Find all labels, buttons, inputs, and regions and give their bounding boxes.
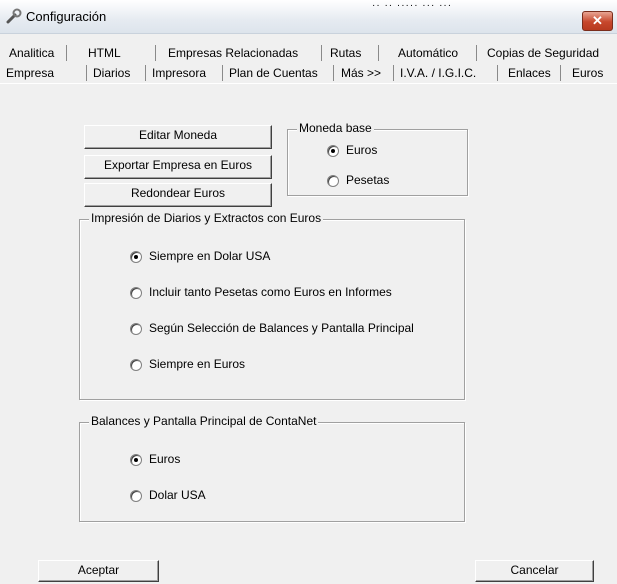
editar-moneda-button[interactable]: Editar Moneda <box>84 125 272 149</box>
impresion-title: Impresión de Diarios y Extractos con Eur… <box>89 211 324 225</box>
impresion-seleccion-label: Según Selección de Balances y Pantalla P… <box>149 321 414 335</box>
impresion-euros-radio[interactable] <box>130 359 142 371</box>
impresion-ambas-radio[interactable] <box>130 287 142 299</box>
tab-plan-cuentas[interactable]: Plan de Cuentas <box>229 66 318 80</box>
tab-rutas[interactable]: Rutas <box>330 46 361 60</box>
tab-enlaces[interactable]: Enlaces <box>508 66 551 80</box>
balances-title: Balances y Pantalla Principal de ContaNe… <box>89 414 319 428</box>
tab-body-divider <box>0 83 617 84</box>
tab-row-1: Analitica HTML Empresas Relacionadas Rut… <box>0 45 617 63</box>
tab-row-2: Empresa Diarios Impresora Plan de Cuenta… <box>0 65 617 83</box>
moneda-pesetas-radio[interactable] <box>327 175 339 187</box>
cancelar-button[interactable]: Cancelar <box>475 560 594 582</box>
tab-mas[interactable]: Más >> <box>341 66 381 80</box>
tab-empresa[interactable]: Empresa <box>6 66 54 80</box>
impresion-ambas-label: Incluir tanto Pesetas como Euros en Info… <box>149 285 392 299</box>
moneda-base-title: Moneda base <box>297 121 374 135</box>
balances-group <box>79 422 465 522</box>
tab-empresas-relacionadas[interactable]: Empresas Relacionadas <box>168 46 298 60</box>
tab-copias-seguridad[interactable]: Copias de Seguridad <box>487 46 599 60</box>
impresion-seleccion-radio[interactable] <box>130 323 142 335</box>
close-icon: ✕ <box>592 13 603 28</box>
moneda-euros-radio[interactable] <box>327 145 339 157</box>
tab-impresora[interactable]: Impresora <box>152 66 206 80</box>
tab-analitica[interactable]: Analitica <box>9 46 54 60</box>
tab-automatico[interactable]: Automático <box>398 46 458 60</box>
close-button[interactable]: ✕ <box>582 11 613 31</box>
balances-euros-radio[interactable] <box>130 454 142 466</box>
balances-euros-label: Euros <box>149 452 181 466</box>
exportar-empresa-button[interactable]: Exportar Empresa en Euros <box>84 155 272 179</box>
impresion-group <box>79 219 465 400</box>
moneda-euros-label: Euros <box>346 143 378 157</box>
impresion-dolar-label: Siempre en Dolar USA <box>149 249 271 263</box>
redondear-euros-button[interactable]: Redondear Euros <box>84 183 272 207</box>
aceptar-button[interactable]: Aceptar <box>38 560 159 582</box>
impresion-dolar-radio[interactable] <box>130 251 142 263</box>
moneda-pesetas-label: Pesetas <box>346 173 390 187</box>
tab-iva-igic[interactable]: I.V.A. / I.G.I.C. <box>400 66 476 80</box>
title-dots: ·· ·· ····· ··· ··· <box>372 0 453 11</box>
wrench-icon <box>6 8 22 24</box>
window-title: Configuración <box>26 9 107 24</box>
impresion-euros-label: Siempre en Euros <box>149 357 246 371</box>
tab-html[interactable]: HTML <box>88 46 121 60</box>
balances-dolar-label: Dolar USA <box>149 488 206 502</box>
balances-dolar-radio[interactable] <box>130 490 142 502</box>
tab-diarios[interactable]: Diarios <box>93 66 130 80</box>
tab-euros[interactable]: Euros <box>572 66 603 80</box>
